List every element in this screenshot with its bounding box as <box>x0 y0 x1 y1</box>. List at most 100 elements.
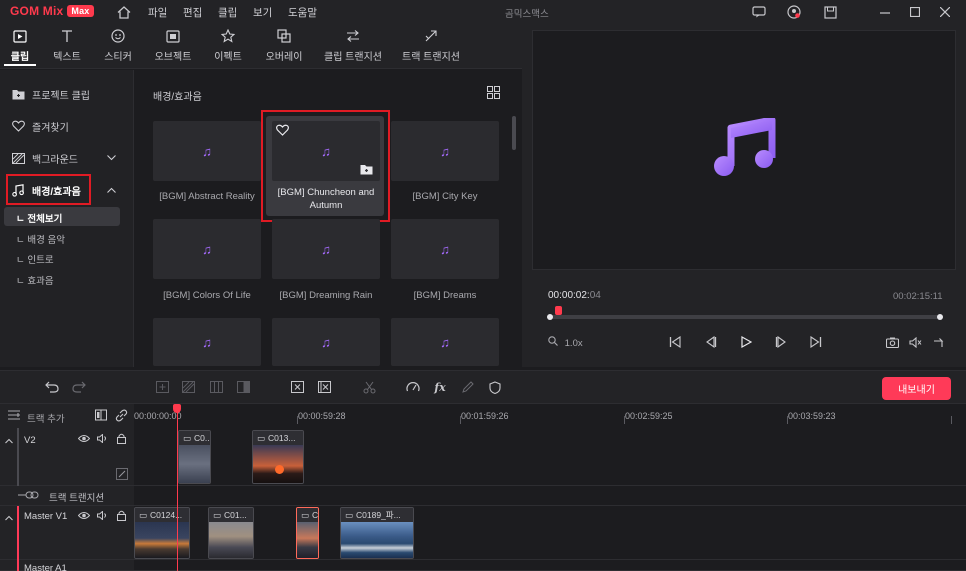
audio-card-thumb[interactable]: ♫ <box>153 318 261 366</box>
library-scrollbar[interactable] <box>512 116 516 150</box>
shield-icon[interactable] <box>487 380 503 394</box>
audio-card-thumb[interactable]: ♫ <box>153 219 261 279</box>
track-body-master-a1[interactable] <box>134 560 966 571</box>
tab-sticker[interactable]: 스티커 <box>100 28 136 68</box>
chat-icon[interactable] <box>745 3 773 21</box>
grid-view-icon[interactable] <box>487 86 500 102</box>
tab-overlay-label: 오버레이 <box>265 52 303 63</box>
speaker-icon[interactable] <box>97 510 108 523</box>
speed-icon[interactable] <box>405 380 421 394</box>
audio-card-thumb[interactable]: ♫ <box>391 318 499 366</box>
account-icon[interactable] <box>780 3 808 21</box>
play-icon[interactable] <box>737 334 755 350</box>
audio-card-thumb[interactable]: ♫ <box>272 219 380 279</box>
speaker-icon[interactable] <box>97 433 108 446</box>
redo-icon[interactable] <box>71 380 87 394</box>
timeline-clip[interactable]: ▭ C01... <box>208 507 254 559</box>
minimize-icon[interactable] <box>875 3 895 21</box>
skip-to-end-icon[interactable] <box>807 334 825 350</box>
volume-icon[interactable] <box>906 334 924 350</box>
seek-handle[interactable] <box>555 306 562 315</box>
next-frame-icon[interactable] <box>772 334 790 350</box>
split-view-icon[interactable] <box>208 380 224 394</box>
audio-card-thumb[interactable]: ♫ <box>391 219 499 279</box>
timeline-clip[interactable]: ▭ C0... <box>178 430 211 484</box>
add-track-icon[interactable] <box>8 410 20 423</box>
collapse-icon[interactable] <box>5 512 13 524</box>
export-button[interactable]: 내보내기 <box>882 377 951 400</box>
scissors-icon[interactable] <box>361 380 377 394</box>
menu-file[interactable]: 파일 <box>148 5 167 20</box>
menu-view[interactable]: 보기 <box>253 5 272 20</box>
tab-effect[interactable]: 이펙트 <box>210 28 246 68</box>
delete-clip-icon[interactable] <box>289 380 305 394</box>
track-body-master-v1[interactable] <box>134 506 966 560</box>
undo-icon[interactable] <box>44 380 60 394</box>
lock-icon[interactable] <box>117 510 126 524</box>
expand-icon[interactable] <box>930 334 948 350</box>
timecode-frames: 04 <box>589 290 601 301</box>
tab-clip[interactable]: 클립 <box>4 28 36 68</box>
save-icon[interactable] <box>816 3 844 21</box>
eye-icon[interactable] <box>77 511 91 523</box>
playhead-handle[interactable] <box>173 404 181 413</box>
timeline-clip[interactable]: ▭ C013... <box>252 430 304 484</box>
tab-overlay[interactable]: 오버레이 <box>264 28 304 68</box>
tab-object[interactable]: 오브젝트 <box>152 28 194 68</box>
music-note-icon <box>12 183 26 197</box>
sub-item-all[interactable]: ㄴ 전체보기 <box>16 211 62 225</box>
video-clip-icon: ▭ <box>139 509 148 520</box>
track-body-transition[interactable] <box>134 486 966 506</box>
sub-item-intro[interactable]: ㄴ 인트로 <box>16 252 54 266</box>
eye-icon[interactable] <box>77 434 91 446</box>
collapse-icon[interactable] <box>5 435 13 447</box>
pen-icon[interactable] <box>460 380 476 394</box>
music-note-icon: ♫ <box>440 143 450 159</box>
tab-track-transition[interactable]: 트랙 트랜지션 <box>400 28 462 68</box>
audio-card-thumb[interactable]: ♫ <box>391 121 499 181</box>
maximize-icon[interactable] <box>905 3 925 21</box>
magnet-icon[interactable] <box>95 409 107 424</box>
menu-clip[interactable]: 클립 <box>218 5 237 20</box>
skip-to-start-icon[interactable] <box>666 334 684 350</box>
delete-gap-icon[interactable] <box>316 380 332 394</box>
background-tool-icon[interactable] <box>180 380 196 394</box>
sub-item-sfx[interactable]: ㄴ 효과음 <box>16 273 54 287</box>
sticker-icon <box>111 28 125 44</box>
total-duration: 00:02:15:11 <box>893 291 943 302</box>
prev-frame-icon[interactable] <box>702 334 720 350</box>
sidebar-item-background[interactable]: 백그라운드 <box>12 148 116 168</box>
tab-text[interactable]: 텍스트 <box>48 28 86 68</box>
zoom-control[interactable]: 1.0x <box>548 336 583 349</box>
timeline-clip[interactable]: ▭ C <box>296 507 319 559</box>
fx-icon[interactable]: fx <box>432 380 448 394</box>
menu-edit[interactable]: 편집 <box>183 5 202 20</box>
sidebar-item-bgm-sfx[interactable]: 배경/효과음 <box>12 180 116 200</box>
clip-thumbnail <box>135 522 189 558</box>
add-track-label[interactable]: 트랙 추가 <box>27 411 65 425</box>
lock-icon[interactable] <box>117 433 126 447</box>
tab-clip-transition[interactable]: 클립 트랜지션 <box>322 28 384 68</box>
link-icon[interactable] <box>115 409 128 425</box>
add-clip-icon[interactable] <box>154 380 170 394</box>
seek-end-marker[interactable] <box>937 314 943 320</box>
sidebar-item-favorites[interactable]: 즐겨찾기 <box>12 116 69 136</box>
snapshot-icon[interactable] <box>883 334 901 350</box>
close-icon[interactable] <box>935 3 955 21</box>
current-timecode: 00:00:02:04 <box>548 290 601 301</box>
seek-bar[interactable] <box>549 315 942 319</box>
resize-handle-icon[interactable] <box>116 468 128 480</box>
sidebar-item-project-clips[interactable]: 프로젝트 클립 <box>12 84 90 104</box>
crop-icon[interactable] <box>235 380 251 394</box>
timeline-clip[interactable]: ▭ C0189_파... <box>340 507 414 559</box>
audio-card-thumb[interactable]: ♫ <box>153 121 261 181</box>
seek-start-marker[interactable] <box>547 314 553 320</box>
timeline-clip[interactable]: ▭ C0124... <box>134 507 190 559</box>
track-name: Master A1 <box>24 563 67 571</box>
menu-help[interactable]: 도움말 <box>288 5 317 20</box>
audio-card-thumb[interactable]: ♫ <box>272 318 380 366</box>
sub-item-bg-music[interactable]: ㄴ 배경 음악 <box>16 232 65 246</box>
background-icon <box>12 152 26 164</box>
timeline-ruler[interactable] <box>134 404 966 428</box>
home-icon[interactable] <box>110 3 138 21</box>
